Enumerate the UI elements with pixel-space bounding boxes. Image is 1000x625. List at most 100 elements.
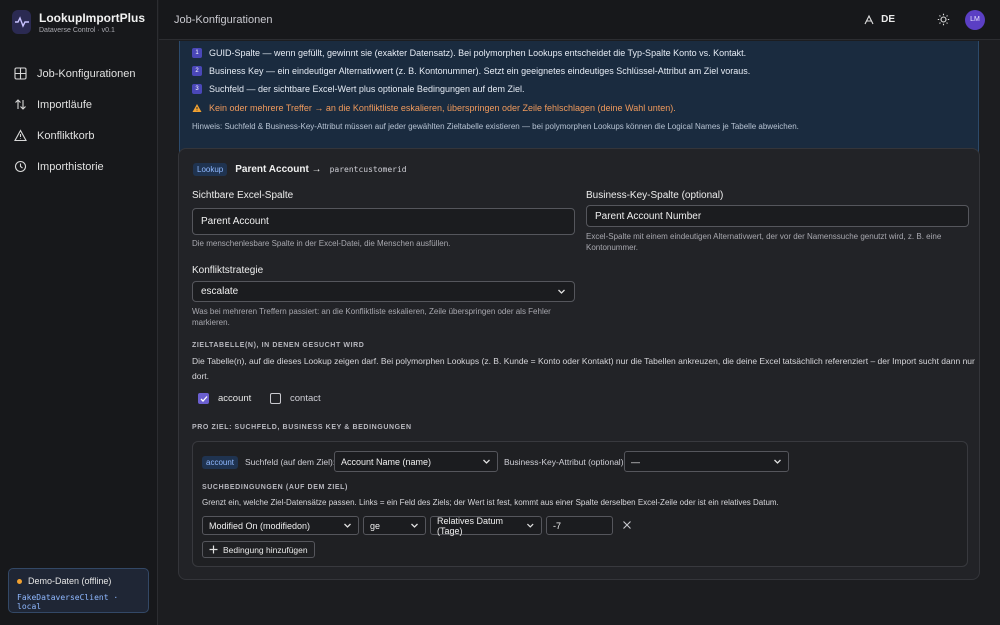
checkbox-unchecked-icon: [270, 393, 281, 404]
app-subtitle: Dataverse Control · v0.1: [39, 26, 115, 34]
target-tables-desc-1: Die Tabelle(n), auf die dieses Lookup ze…: [192, 356, 975, 366]
search-field-label: Suchfeld (auf dem Ziel):: [245, 457, 336, 467]
info-line-guid: 1 GUID-Spalte — wenn gefüllt, gewinnt si…: [192, 48, 746, 58]
target-tables-desc-2: dort.: [192, 371, 210, 381]
condition-value: -7: [553, 520, 562, 531]
business-key-attr-select[interactable]: —: [624, 451, 789, 472]
info-line-business-key: 2 Business Key — ein eindeutiger Alterna…: [192, 66, 750, 76]
chevron-down-icon: [344, 523, 351, 528]
target-tables-section-title: ZIELTABELLE(N), IN DENEN GESUCHT WIRD: [192, 342, 365, 349]
grid-icon: [14, 67, 27, 80]
target-badge: account: [202, 456, 239, 469]
condition-field-value: Modified On (modifiedon): [209, 520, 311, 531]
business-key-column-input[interactable]: Parent Account Number: [586, 205, 969, 227]
excel-column-value: Parent Account: [201, 216, 269, 227]
excel-column-input[interactable]: Parent Account: [192, 208, 575, 235]
sidebar: LookupImportPlus Dataverse Control · v0.…: [0, 0, 158, 625]
business-key-attr-label: Business-Key-Attribut (optional):: [504, 457, 626, 467]
condition-field-select[interactable]: Modified On (modifiedon): [202, 516, 359, 535]
sidebar-nav: Job-Konfigurationen Importläufe Konflikt…: [0, 58, 157, 182]
warning-icon: [192, 104, 202, 112]
conflict-strategy-label: Konfliktstrategie: [192, 265, 264, 276]
target-checkbox-contact[interactable]: contact: [270, 393, 321, 404]
sun-icon: [937, 13, 949, 26]
main-content: 1 GUID-Spalte — wenn gefüllt, gewinnt si…: [159, 41, 1000, 625]
excel-column-label: Sichtbare Excel-Spalte: [192, 190, 294, 201]
header: Job-Konfigurationen DE LM: [159, 0, 1000, 40]
app-logo-icon: [12, 10, 31, 34]
conflict-strategy-help-1: Was bei mehreren Treffern passiert: an d…: [192, 307, 551, 316]
status-dot: [17, 578, 22, 584]
history-icon: [14, 160, 27, 173]
avatar[interactable]: LM: [965, 9, 985, 30]
business-key-help-2: Kontonummer.: [586, 243, 639, 252]
info-text: GUID-Spalte — wenn gefüllt, gewinnt sie …: [209, 48, 747, 58]
checkbox-checked-icon: [198, 393, 209, 404]
app-title: LookupImportPlus: [39, 10, 145, 25]
number-badge: 1: [192, 48, 202, 58]
checkbox-label: account: [218, 393, 252, 404]
plus-icon: [209, 545, 218, 554]
sidebar-item-label: Importhistorie: [37, 160, 104, 173]
lookup-header: Lookup Parent Account → parentcustomerid: [193, 163, 407, 176]
conflict-strategy-select[interactable]: escalate: [192, 281, 575, 302]
per-target-section-title: PRO ZIEL: SUCHFELD, BUSINESS KEY & BEDIN…: [192, 424, 412, 431]
info-text: Suchfeld — der sichtbare Excel-Wert plus…: [209, 84, 525, 94]
language-button[interactable]: DE: [857, 14, 901, 26]
condition-value-type-select[interactable]: Relatives Datum (Tage): [430, 515, 542, 536]
chevron-down-icon: [774, 459, 781, 464]
target-checkbox-account[interactable]: account: [198, 393, 251, 404]
business-key-attr-value: —: [631, 456, 640, 467]
chevron-down-icon: [483, 459, 490, 464]
sidebar-item-importhistorie[interactable]: Importhistorie: [0, 151, 157, 182]
conditions-section-title: SUCHBEDINGUNGEN (AUF DEM ZIEL): [202, 484, 348, 491]
conflict-strategy-help-2: markieren.: [192, 318, 230, 327]
business-key-column-value: Parent Account Number: [595, 210, 702, 222]
arrows-updown-icon: [15, 99, 26, 110]
sidebar-item-label: Konfliktkorb: [37, 129, 95, 142]
business-key-help-1: Excel-Spalte mit einem eindeutigen Alter…: [586, 232, 942, 241]
close-icon[interactable]: [622, 520, 632, 530]
demo-data-status: Demo-Daten (offline) FakeDataverseClient…: [8, 568, 149, 613]
condition-operator-value: ge: [370, 520, 381, 531]
warning-text: Kein oder mehrere Treffer → an die Konfl…: [209, 103, 676, 113]
sidebar-item-label: Job-Konfigurationen: [37, 67, 136, 80]
translate-icon: [864, 14, 874, 24]
business-key-column-label: Business-Key-Spalte (optional): [586, 190, 724, 201]
condition-operator-select[interactable]: ge: [363, 516, 426, 535]
search-field-select[interactable]: Account Name (name): [334, 451, 498, 472]
info-hint: Hinweis: Suchfeld & Business-Key-Attribu…: [192, 122, 799, 131]
add-condition-label: Bedingung hinzufügen: [223, 544, 308, 555]
per-target-card-account: account Suchfeld (auf dem Ziel): Account…: [192, 441, 968, 567]
search-field-value: Account Name (name): [341, 456, 432, 467]
warning-triangle-icon: [14, 129, 27, 142]
lookup-badge: Lookup: [193, 163, 228, 176]
breadcrumb: Job-Konfigurationen: [174, 13, 273, 26]
chevron-down-icon: [527, 523, 535, 528]
condition-value-input[interactable]: -7: [546, 516, 613, 535]
sidebar-item-job-konfigurationen[interactable]: Job-Konfigurationen: [0, 58, 157, 89]
chevron-down-icon: [411, 523, 418, 528]
excel-column-help: Die menschenlesbare Spalte in der Excel-…: [192, 239, 451, 248]
demo-client: FakeDataverseClient · local: [17, 593, 119, 611]
sidebar-item-importlaeufe[interactable]: Importläufe: [0, 89, 157, 120]
language-label: DE: [881, 14, 895, 25]
add-condition-button[interactable]: Bedingung hinzufügen: [202, 541, 315, 558]
conflict-strategy-value: escalate: [201, 286, 239, 297]
demo-title: Demo-Daten (offline): [28, 576, 112, 586]
conditions-desc: Grenzt ein, welche Ziel-Datensätze passe…: [202, 498, 779, 507]
info-line-suchfeld: 3 Suchfeld — der sichtbare Excel-Wert pl…: [192, 84, 525, 94]
brand: LookupImportPlus Dataverse Control · v0.…: [0, 0, 157, 44]
number-badge: 2: [192, 66, 202, 76]
lookup-card: Lookup Parent Account → parentcustomerid…: [178, 148, 980, 580]
chevron-down-icon: [558, 289, 565, 294]
lookup-logical-name: parentcustomerid: [329, 165, 407, 174]
number-badge: 3: [192, 84, 202, 94]
condition-value-type-value: Relatives Datum (Tage): [437, 515, 504, 536]
sidebar-item-konfliktkorb[interactable]: Konfliktkorb: [0, 120, 157, 151]
theme-toggle-button[interactable]: [929, 6, 957, 34]
checkbox-label: contact: [290, 393, 321, 404]
info-text: Business Key — ein eindeutiger Alternati…: [209, 66, 751, 76]
sidebar-item-label: Importläufe: [37, 98, 93, 111]
lookup-title: Parent Account →: [235, 164, 322, 175]
